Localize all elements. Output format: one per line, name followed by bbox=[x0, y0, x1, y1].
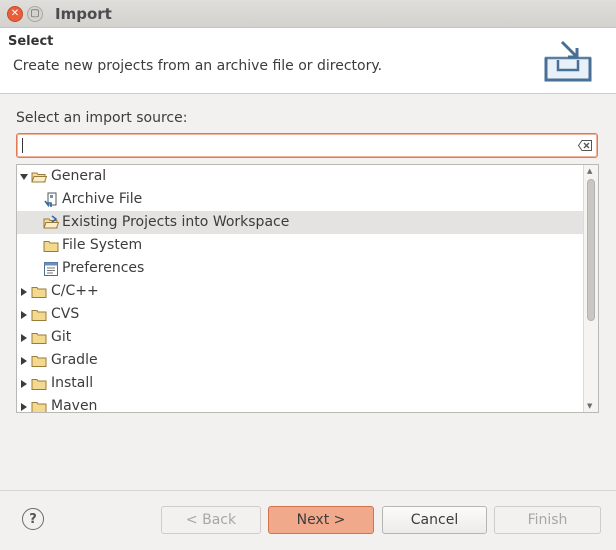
tree-item-archive-file[interactable]: Archive File bbox=[17, 188, 583, 211]
window-title: Import bbox=[55, 5, 112, 23]
clear-filter-icon[interactable] bbox=[578, 140, 592, 151]
tree-item-label: C/C++ bbox=[51, 283, 99, 299]
folder-icon bbox=[31, 356, 47, 367]
tree-scrollbar[interactable]: ▲ ▼ bbox=[583, 165, 598, 412]
page-title: Select bbox=[8, 34, 54, 49]
finish-button[interactable]: Finish bbox=[494, 506, 601, 534]
tree-item-general[interactable]: General bbox=[17, 165, 583, 188]
collapsed-arrow-icon[interactable] bbox=[19, 402, 29, 412]
folder-icon bbox=[31, 310, 47, 321]
tree-item-gradle[interactable]: Gradle bbox=[17, 349, 583, 372]
import-source-tree[interactable]: General Archive File Existing Projects i… bbox=[16, 164, 599, 413]
help-button[interactable]: ? bbox=[22, 508, 44, 530]
folder-icon bbox=[31, 379, 47, 390]
tree-item-label: General bbox=[51, 168, 107, 184]
folder-open-icon bbox=[31, 172, 47, 183]
tree-item-label: Gradle bbox=[51, 352, 98, 368]
cancel-button[interactable]: Cancel bbox=[382, 506, 487, 534]
import-source-label: Select an import source: bbox=[16, 110, 188, 126]
close-window-button[interactable]: ✕ bbox=[7, 6, 23, 22]
next-button[interactable]: Next > bbox=[268, 506, 374, 534]
text-caret bbox=[22, 138, 23, 153]
tree-item-cvs[interactable]: CVS bbox=[17, 303, 583, 326]
folder-icon bbox=[43, 241, 59, 252]
tree-item-cpp[interactable]: C/C++ bbox=[17, 280, 583, 303]
page-description: Create new projects from an archive file… bbox=[13, 58, 383, 74]
tree-item-file-system[interactable]: File System bbox=[17, 234, 583, 257]
tree-item-preferences[interactable]: Preferences bbox=[17, 257, 583, 280]
footer-separator bbox=[0, 490, 616, 491]
help-icon: ? bbox=[29, 511, 37, 527]
scroll-down-icon[interactable]: ▼ bbox=[587, 402, 592, 410]
collapsed-arrow-icon[interactable] bbox=[19, 356, 29, 366]
close-icon: ✕ bbox=[10, 8, 20, 19]
project-folder-icon bbox=[43, 215, 59, 229]
tree-item-label: Maven bbox=[51, 398, 98, 413]
folder-icon bbox=[31, 333, 47, 344]
expanded-arrow-icon[interactable] bbox=[19, 172, 29, 182]
collapsed-arrow-icon[interactable] bbox=[19, 310, 29, 320]
tree-item-label: Install bbox=[51, 375, 94, 391]
tree-item-install[interactable]: Install bbox=[17, 372, 583, 395]
title-bar: ✕ ▢ Import bbox=[0, 0, 616, 28]
wizard-header: Select Create new projects from an archi… bbox=[0, 28, 616, 94]
preferences-icon bbox=[44, 262, 58, 276]
tree-item-existing-projects[interactable]: Existing Projects into Workspace bbox=[17, 211, 583, 234]
tree-item-label: Archive File bbox=[62, 191, 143, 207]
back-button[interactable]: < Back bbox=[161, 506, 261, 534]
maximize-icon: ▢ bbox=[30, 8, 40, 19]
folder-icon bbox=[31, 287, 47, 298]
tree-item-git[interactable]: Git bbox=[17, 326, 583, 349]
maximize-window-button[interactable]: ▢ bbox=[27, 6, 43, 22]
collapsed-arrow-icon[interactable] bbox=[19, 287, 29, 297]
tree-item-label: Preferences bbox=[62, 260, 145, 276]
archive-file-icon bbox=[44, 192, 57, 208]
filter-input[interactable] bbox=[16, 133, 598, 158]
tree-item-maven[interactable]: Maven bbox=[17, 395, 583, 413]
folder-icon bbox=[31, 402, 47, 412]
scroll-up-icon[interactable]: ▲ bbox=[587, 167, 592, 175]
collapsed-arrow-icon[interactable] bbox=[19, 379, 29, 389]
scrollbar-thumb[interactable] bbox=[587, 179, 595, 321]
import-wizard-icon bbox=[544, 40, 592, 82]
tree-item-label: File System bbox=[62, 237, 143, 253]
tree-item-label: Existing Projects into Workspace bbox=[62, 214, 290, 230]
tree-item-label: CVS bbox=[51, 306, 80, 322]
tree-item-label: Git bbox=[51, 329, 72, 345]
collapsed-arrow-icon[interactable] bbox=[19, 333, 29, 343]
